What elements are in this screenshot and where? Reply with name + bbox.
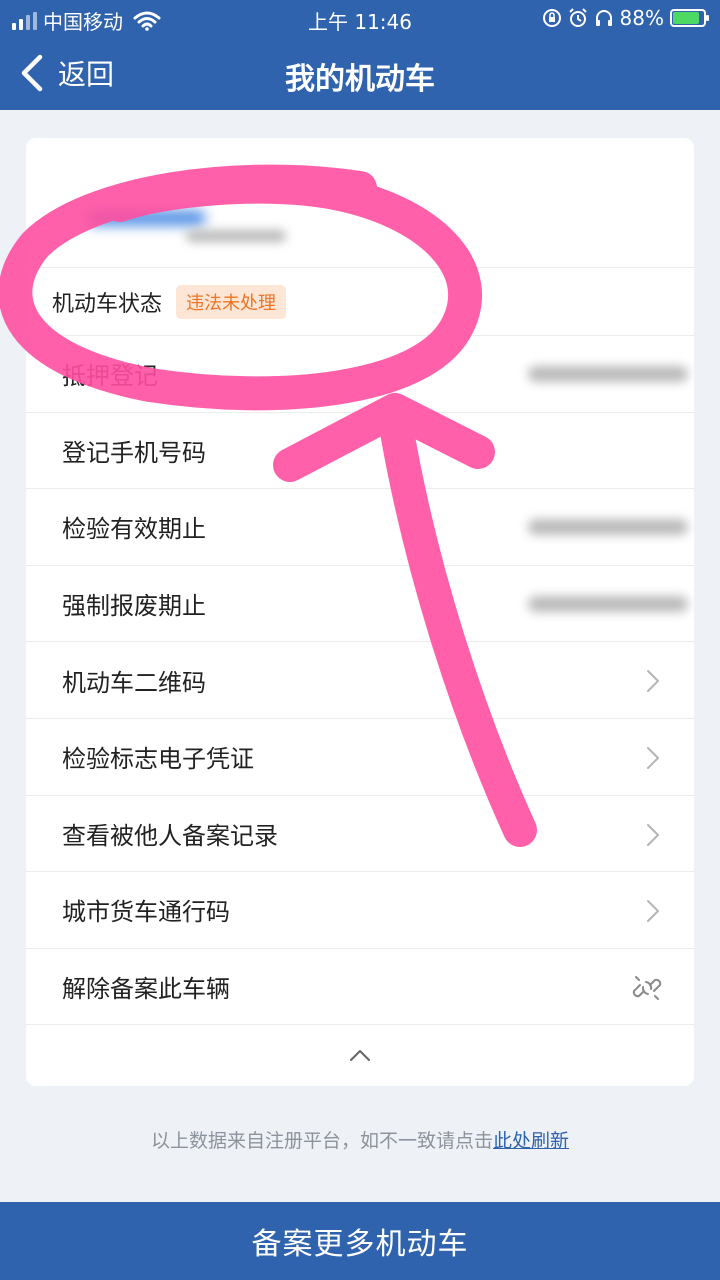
- chevron-right-icon: [647, 670, 659, 693]
- page-title: 我的机动车: [285, 62, 435, 97]
- info-row[interactable]: 机动车二维码: [26, 642, 694, 719]
- refresh-link[interactable]: 此处刷新: [493, 1130, 569, 1152]
- row-label: 查看被他人备案记录: [62, 821, 278, 850]
- row-label: 强制报废期止: [62, 592, 206, 621]
- row-label: 解除备案此车辆: [62, 975, 230, 1004]
- hidden-value: [528, 595, 688, 612]
- nav-bar: 返回 我的机动车: [0, 36, 720, 110]
- status-right: 88%: [542, 6, 709, 30]
- alarm-icon: [568, 8, 587, 27]
- info-row: 登记手机号码: [26, 413, 694, 490]
- plate-number-area: [26, 138, 694, 268]
- row-label: 检验标志电子凭证: [62, 745, 254, 774]
- info-row: 抵押登记: [26, 336, 694, 413]
- row-label: 登记手机号码: [62, 438, 206, 467]
- info-row: 检验有效期止: [26, 489, 694, 566]
- collapse-button[interactable]: [26, 1025, 694, 1085]
- rotation-lock-icon: [542, 9, 561, 27]
- plate-blur-secondary: [186, 230, 286, 242]
- battery-percent: 88%: [619, 6, 664, 30]
- info-row[interactable]: 查看被他人备案记录: [26, 796, 694, 873]
- hidden-value: [528, 366, 688, 382]
- plate-blur: [86, 210, 206, 226]
- battery-level: [673, 12, 700, 24]
- hidden-value: [528, 519, 688, 536]
- chevron-up-icon: [350, 1050, 370, 1062]
- info-rows: 抵押登记登记手机号码 检验有效期止 强制报废期止 机动车二维码检验标志电子凭证 查看被他…: [26, 336, 694, 1026]
- unlink-icon: [632, 975, 662, 1000]
- chevron-right-icon: [647, 823, 659, 846]
- info-row: 强制报废期止: [26, 566, 694, 643]
- vehicle-status-row: 机动车状态 违法未处理: [26, 268, 694, 336]
- info-row[interactable]: 检验标志电子凭证: [26, 719, 694, 796]
- info-row[interactable]: 城市货车通行码: [26, 872, 694, 949]
- vehicle-status-label: 机动车状态: [52, 291, 163, 317]
- battery-icon: [670, 9, 709, 27]
- top-bar: 中国移动 上午 11:46 88% 返回 我的机动车: [0, 0, 720, 110]
- info-row[interactable]: 解除备案此车辆: [26, 949, 694, 1026]
- chevron-right-icon: [647, 746, 659, 769]
- row-label: 检验有效期止: [62, 515, 206, 544]
- status-badge: 违法未处理: [176, 284, 287, 319]
- row-label: 机动车二维码: [62, 668, 206, 697]
- headphones-icon: [595, 10, 612, 26]
- chevron-right-icon: [647, 900, 659, 923]
- data-source-note: 以上数据来自注册平台，如不一致请点击此处刷新: [0, 1126, 720, 1153]
- row-label: 城市货车通行码: [62, 898, 230, 927]
- footnote-text: 以上数据来自注册平台，如不一致请点击: [150, 1130, 493, 1152]
- row-label: 抵押登记: [62, 362, 158, 391]
- status-bar: 中国移动 上午 11:46 88%: [0, 0, 720, 36]
- register-more-vehicles-button[interactable]: 备案更多机动车: [0, 1202, 720, 1280]
- vehicle-card: 机动车状态 违法未处理 抵押登记登记手机号码 检验有效期止 强制报废期止 机动车二维码…: [26, 138, 694, 1086]
